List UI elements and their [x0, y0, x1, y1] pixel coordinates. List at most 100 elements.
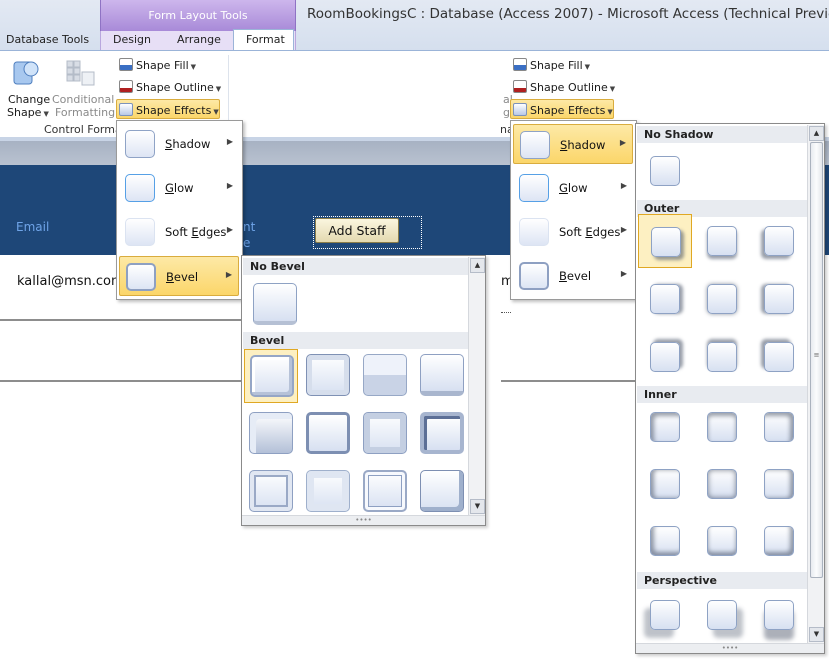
scroll-up-icon[interactable]: ▲: [470, 258, 485, 273]
pencil-icon: [513, 80, 527, 93]
conditional-formatting-icon: [64, 58, 98, 90]
shadow-option-inner[interactable]: [638, 457, 692, 511]
bevel-option[interactable]: [301, 349, 355, 403]
shape-effects-icon: [119, 103, 133, 116]
shape-effects-menu-2: Shadow ▶ Glow ▶ Soft Edges ▶ Bevel ▶: [510, 120, 637, 300]
menu-item-bevel[interactable]: Bevel ▶: [513, 256, 633, 296]
shadow-icon: [520, 131, 550, 159]
bevel-option[interactable]: [415, 407, 469, 461]
shadow-option-inner[interactable]: [752, 514, 806, 568]
menu-item-shadow[interactable]: Shadow ▶: [119, 124, 239, 164]
submenu-arrow-icon: ▶: [226, 181, 233, 190]
shadow-option-inner[interactable]: [752, 457, 806, 511]
shadow-option-perspective[interactable]: [752, 588, 806, 642]
bevel-option[interactable]: [415, 349, 469, 403]
resize-grip[interactable]: ••••: [242, 515, 485, 525]
glow-icon: [519, 174, 549, 202]
bevel-option[interactable]: [244, 465, 298, 519]
tab-arrange[interactable]: Arrange: [177, 33, 221, 46]
scroll-down-icon[interactable]: ▼: [809, 627, 824, 642]
shadow-option-inner[interactable]: [695, 457, 749, 511]
shadow-option-outer[interactable]: [752, 214, 806, 268]
shape-effects-icon: [513, 103, 527, 116]
bevel-scrollbar[interactable]: ▲ ▼: [468, 257, 485, 515]
shape-effects-button[interactable]: Shape Effects ▼: [116, 99, 220, 119]
menu-item-glow[interactable]: Glow ▶: [513, 168, 633, 208]
bevel-option[interactable]: [301, 465, 355, 519]
shadow-option-none[interactable]: [638, 144, 692, 198]
bevel-option[interactable]: [301, 407, 355, 461]
shadow-option-inner[interactable]: [638, 400, 692, 454]
shadow-option-inner[interactable]: [638, 514, 692, 568]
shadow-option-outer[interactable]: [695, 330, 749, 384]
submenu-arrow-icon: ▶: [225, 270, 232, 279]
shadow-option-inner[interactable]: [695, 400, 749, 454]
no-bevel-heading: No Bevel: [243, 258, 469, 275]
bevel-heading: Bevel: [243, 332, 469, 349]
bevel-icon: [519, 262, 549, 290]
menu-item-glow[interactable]: Glow ▶: [119, 168, 239, 208]
change-shape-line1[interactable]: Change: [8, 93, 50, 106]
tab-format[interactable]: Format: [246, 33, 285, 46]
change-shape-icon[interactable]: [11, 58, 41, 90]
shadow-option-perspective[interactable]: [638, 588, 692, 642]
shape-outline-button[interactable]: Shape Outline ▼: [119, 80, 221, 94]
change-shape-button[interactable]: Shape ▼: [7, 106, 49, 119]
shape-fill-button-2[interactable]: Shape Fill ▼: [513, 58, 590, 72]
resize-grip[interactable]: ••••: [636, 643, 824, 653]
bevel-option[interactable]: [244, 407, 298, 461]
no-shadow-heading: No Shadow: [637, 126, 807, 143]
conditional-formatting-line2: Formatting: [55, 106, 116, 119]
submenu-arrow-icon: ▶: [226, 137, 233, 146]
divider-line: [501, 380, 635, 382]
bevel-option[interactable]: [244, 349, 298, 403]
bevel-gallery: No Bevel Bevel ▲ ▼ ••••: [241, 255, 486, 526]
conditional-formatting-line1: Conditional: [52, 93, 115, 106]
shadow-option-outer[interactable]: [752, 330, 806, 384]
shadow-option-inner[interactable]: [695, 514, 749, 568]
bevel-option[interactable]: [358, 407, 412, 461]
bevel-option[interactable]: [358, 465, 412, 519]
shadow-option-outer[interactable]: [695, 272, 749, 326]
submenu-arrow-icon: ▶: [619, 138, 626, 147]
shadow-option-inner[interactable]: [752, 400, 806, 454]
shadow-option-outer[interactable]: [638, 330, 692, 384]
shape-fill-button[interactable]: Shape Fill ▼: [119, 58, 196, 72]
window-title: RoomBookingsC : Database (Access 2007) -…: [307, 6, 829, 22]
shadow-scrollbar[interactable]: ▲ ≡ ▼: [807, 125, 824, 643]
scroll-thumb[interactable]: ≡: [810, 142, 823, 578]
shadow-option-outer[interactable]: [695, 214, 749, 268]
tab-design[interactable]: Design: [113, 33, 151, 46]
bevel-option-none[interactable]: [248, 278, 300, 328]
submenu-arrow-icon: ▶: [226, 225, 233, 234]
pencil-icon: [119, 80, 133, 93]
shadow-option-outer[interactable]: [752, 272, 806, 326]
soft-edges-icon: [519, 218, 549, 246]
group-label-control-formatting: Control Forma: [44, 123, 122, 136]
submenu-arrow-icon: ▶: [620, 225, 627, 234]
ribbon-fragment-b: g: [503, 106, 510, 119]
shape-effects-menu: Shadow ▶ Glow ▶ Soft Edges ▶ Bevel ▶: [116, 120, 243, 300]
shape-effects-button-2[interactable]: Shape Effects ▼: [510, 99, 614, 119]
partial-label-b: e: [243, 236, 251, 250]
shadow-option-perspective[interactable]: [695, 588, 749, 642]
menu-item-soft-edges[interactable]: Soft Edges ▶: [513, 212, 633, 252]
bevel-option[interactable]: [415, 465, 469, 519]
menu-item-bevel[interactable]: Bevel ▶: [119, 256, 239, 296]
divider-line: [0, 380, 243, 382]
submenu-arrow-icon: ▶: [620, 269, 627, 278]
tab-database-tools[interactable]: Database Tools: [6, 33, 89, 46]
scroll-up-icon[interactable]: ▲: [809, 126, 824, 141]
shape-outline-button-2[interactable]: Shape Outline ▼: [513, 80, 615, 94]
menu-item-shadow[interactable]: Shadow ▶: [513, 124, 633, 164]
menu-item-soft-edges[interactable]: Soft Edges ▶: [119, 212, 239, 252]
shadow-option-outer[interactable]: [638, 214, 692, 268]
partial-label-a: nt: [243, 220, 256, 234]
shadow-icon: [125, 130, 155, 158]
scroll-down-icon[interactable]: ▼: [470, 499, 485, 514]
bevel-option[interactable]: [358, 349, 412, 403]
perspective-heading: Perspective: [637, 572, 807, 589]
add-staff-button[interactable]: Add Staff: [315, 218, 399, 243]
paint-bucket-icon: [119, 58, 133, 71]
shadow-option-outer[interactable]: [638, 272, 692, 326]
